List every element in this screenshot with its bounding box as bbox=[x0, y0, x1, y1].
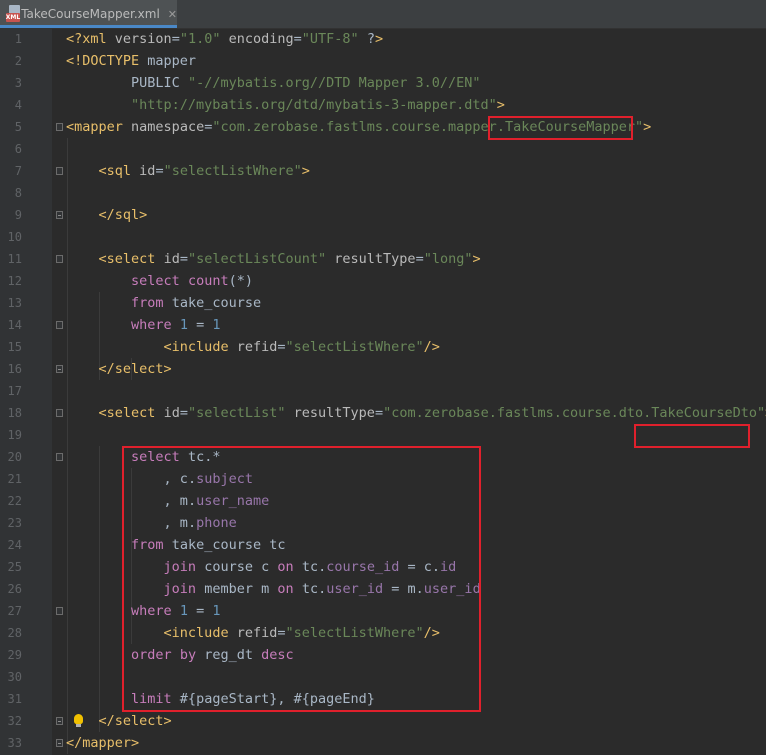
code-text: </sql> bbox=[98, 207, 148, 223]
code-line[interactable]: 12 select count(*) bbox=[0, 270, 766, 292]
line-number: 28 bbox=[7, 626, 22, 640]
highlight-box-dto-name bbox=[634, 424, 750, 448]
code-text: "http://mybatis.org/dtd/mybatis-3-mapper… bbox=[131, 97, 505, 113]
highlight-box-select-query bbox=[122, 446, 481, 712]
line-number: 21 bbox=[7, 472, 22, 486]
code-line[interactable]: 3 PUBLIC "-//mybatis.org//DTD Mapper 3.0… bbox=[0, 72, 766, 94]
line-number: 14 bbox=[7, 318, 22, 332]
code-line[interactable]: 32 </select> bbox=[0, 710, 766, 732]
code-text: <?xml version="1.0" encoding="UTF-8" ?> bbox=[66, 31, 384, 47]
code-text: <sql id="selectListWhere"> bbox=[98, 163, 310, 179]
line-number: 32 bbox=[7, 714, 22, 728]
code-text: </select> bbox=[98, 361, 172, 377]
code-line[interactable]: 15 <include refid="selectListWhere"/> bbox=[0, 336, 766, 358]
fold-marker-icon[interactable] bbox=[56, 717, 63, 725]
line-number: 7 bbox=[14, 164, 22, 178]
line-number: 15 bbox=[7, 340, 22, 354]
fold-marker-icon[interactable] bbox=[56, 409, 63, 417]
code-line[interactable]: 18 <select id="selectList" resultType="c… bbox=[0, 402, 766, 424]
fold-marker-icon[interactable] bbox=[56, 167, 63, 175]
fold-marker-icon[interactable] bbox=[56, 123, 63, 131]
line-number: 19 bbox=[7, 428, 22, 442]
line-number: 17 bbox=[7, 384, 22, 398]
line-number: 1 bbox=[14, 32, 22, 46]
close-icon[interactable]: ✕ bbox=[168, 8, 177, 21]
line-number: 8 bbox=[14, 186, 22, 200]
line-number: 24 bbox=[7, 538, 22, 552]
lightbulb-icon[interactable] bbox=[74, 714, 83, 727]
line-number: 2 bbox=[14, 54, 22, 68]
code-text: select count(*) bbox=[131, 273, 253, 289]
code-text: where 1 = 1 bbox=[131, 317, 221, 333]
code-line[interactable]: 5 <mapper namespace="com.zerobase.fastlms… bbox=[0, 116, 766, 138]
fold-marker-icon[interactable] bbox=[56, 453, 63, 461]
fold-marker-icon[interactable] bbox=[56, 321, 63, 329]
code-line[interactable]: 17 bbox=[0, 380, 766, 402]
code-line[interactable]: 16 </select> bbox=[0, 358, 766, 380]
line-number: 13 bbox=[7, 296, 22, 310]
line-number: 16 bbox=[7, 362, 22, 376]
line-number: 10 bbox=[7, 230, 22, 244]
line-number: 29 bbox=[7, 648, 22, 662]
code-text: <!DOCTYPE mapper bbox=[66, 53, 197, 69]
code-line[interactable]: 4 "http://mybatis.org/dtd/mybatis-3-mapp… bbox=[0, 94, 766, 116]
fold-marker-icon[interactable] bbox=[56, 365, 63, 373]
fold-marker-icon[interactable] bbox=[56, 607, 63, 615]
line-number: 23 bbox=[7, 516, 22, 530]
line-number: 25 bbox=[7, 560, 22, 574]
line-number: 31 bbox=[7, 692, 22, 706]
highlight-box-mapper-name bbox=[488, 116, 633, 140]
fold-marker-icon[interactable] bbox=[56, 211, 63, 219]
code-text: <select id="selectListCount" resultType=… bbox=[98, 251, 481, 267]
line-number: 18 bbox=[7, 406, 22, 420]
fold-marker-icon[interactable] bbox=[56, 739, 63, 747]
code-line[interactable]: 33 </mapper> bbox=[0, 732, 766, 754]
code-line[interactable]: 8 bbox=[0, 182, 766, 204]
code-line[interactable]: 13 from take_course bbox=[0, 292, 766, 314]
line-number: 22 bbox=[7, 494, 22, 508]
fold-marker-icon[interactable] bbox=[56, 255, 63, 263]
line-number: 6 bbox=[14, 142, 22, 156]
code-editor[interactable]: 1 <?xml version="1.0" encoding="UTF-8" ?>… bbox=[0, 28, 766, 755]
line-number: 3 bbox=[14, 76, 22, 90]
line-number: 27 bbox=[7, 604, 22, 618]
line-number: 33 bbox=[7, 736, 22, 750]
line-number: 4 bbox=[14, 98, 22, 112]
line-number: 9 bbox=[14, 208, 22, 222]
line-number: 5 bbox=[14, 120, 22, 134]
line-number: 26 bbox=[7, 582, 22, 596]
code-line[interactable]: 14 where 1 = 1 bbox=[0, 314, 766, 336]
code-line[interactable]: 11 <select id="selectListCount" resultTy… bbox=[0, 248, 766, 270]
code-text: <select id="selectList" resultType="com.… bbox=[98, 405, 766, 421]
line-number: 11 bbox=[7, 252, 22, 266]
tab-takecoursemapper[interactable]: XML TakeCourseMapper.xml ✕ bbox=[0, 0, 177, 28]
code-line[interactable]: 9 </sql> bbox=[0, 204, 766, 226]
code-text: from take_course bbox=[131, 295, 262, 311]
code-line[interactable]: 6 bbox=[0, 138, 766, 160]
code-line[interactable]: 2 <!DOCTYPE mapper bbox=[0, 50, 766, 72]
line-number: 12 bbox=[7, 274, 22, 288]
tab-label: TakeCourseMapper.xml bbox=[21, 7, 160, 21]
xml-file-icon: XML bbox=[6, 5, 20, 23]
code-text: <include refid="selectListWhere"/> bbox=[163, 339, 440, 355]
code-line[interactable]: 7 <sql id="selectListWhere"> bbox=[0, 160, 766, 182]
code-line[interactable]: 10 bbox=[0, 226, 766, 248]
line-number: 20 bbox=[7, 450, 22, 464]
line-number: 30 bbox=[7, 670, 22, 684]
code-text: PUBLIC "-//mybatis.org//DTD Mapper 3.0//… bbox=[131, 75, 481, 91]
code-line[interactable]: 1 <?xml version="1.0" encoding="UTF-8" ?> bbox=[0, 28, 766, 50]
editor-tab-bar: XML TakeCourseMapper.xml ✕ bbox=[0, 0, 766, 29]
code-text: </mapper> bbox=[66, 735, 140, 751]
